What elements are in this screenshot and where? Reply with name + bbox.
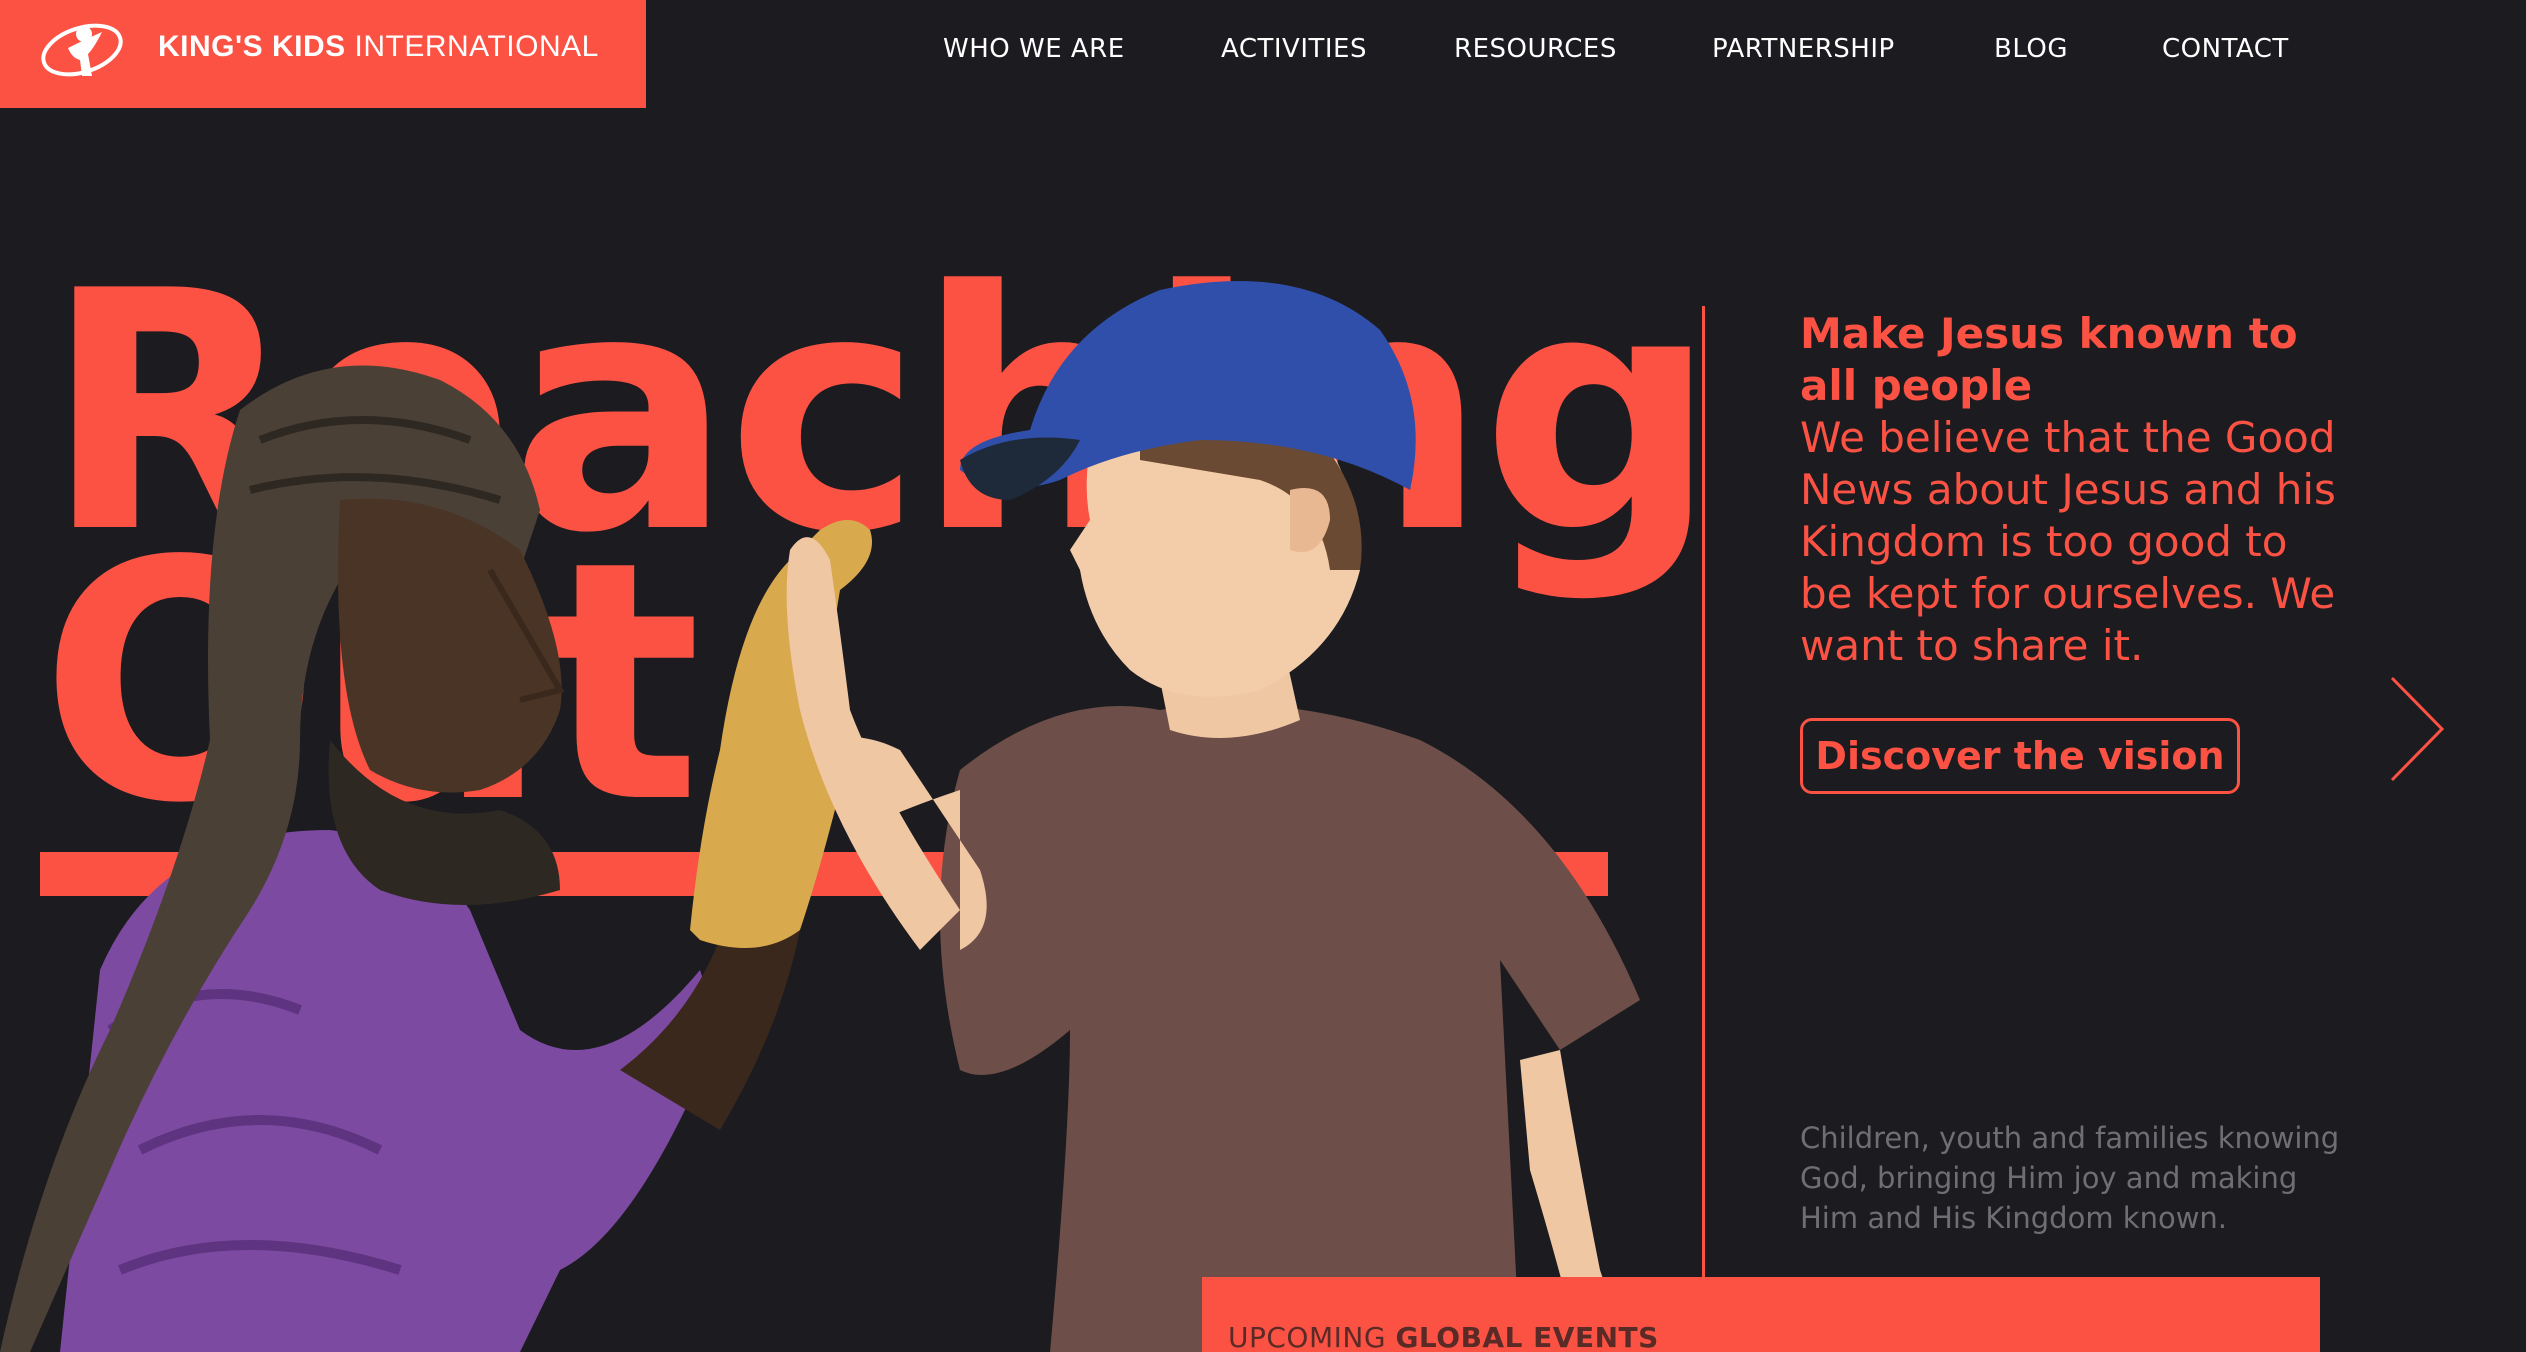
discover-vision-button[interactable]: Discover the vision bbox=[1800, 718, 2240, 794]
brand-name-bold: KING'S KIDS bbox=[158, 30, 346, 63]
chevron-right-icon[interactable] bbox=[2388, 674, 2448, 784]
nav-item-partnership[interactable]: PARTNERSHIP bbox=[1712, 34, 1895, 64]
content-divider bbox=[1702, 306, 1705, 1278]
events-label-regular: UPCOMING bbox=[1228, 1321, 1387, 1352]
hero-photo bbox=[0, 281, 1640, 1352]
mission-body: We believe that the Good News about Jesu… bbox=[1800, 413, 2336, 670]
kings-kids-logo-icon bbox=[41, 23, 123, 77]
nav-item-activities[interactable]: ACTIVITIES bbox=[1221, 34, 1367, 64]
nav-item-who-we-are[interactable]: WHO WE ARE bbox=[943, 34, 1125, 64]
events-label-bold: GLOBAL EVENTS bbox=[1395, 1321, 1659, 1352]
mission-heading: Make Jesus known to all people bbox=[1800, 309, 2298, 410]
upcoming-events-bar[interactable]: UPCOMING GLOBAL EVENTS bbox=[1202, 1277, 2320, 1352]
brand-name-regular: INTERNATIONAL bbox=[354, 30, 599, 63]
man-robe bbox=[60, 830, 720, 1352]
nav-item-resources[interactable]: RESOURCES bbox=[1454, 34, 1617, 64]
mission-block: Make Jesus known to all people We believ… bbox=[1800, 308, 2340, 672]
boy-shirt bbox=[940, 704, 1640, 1352]
upcoming-events-label: UPCOMING GLOBAL EVENTS bbox=[1228, 1321, 1659, 1352]
brand-name: KING'S KIDS INTERNATIONAL bbox=[158, 30, 599, 64]
nav-item-contact[interactable]: CONTACT bbox=[2162, 34, 2289, 64]
logo-link[interactable]: KING'S KIDS INTERNATIONAL bbox=[0, 0, 646, 108]
tagline: Children, youth and families knowing God… bbox=[1800, 1121, 2340, 1235]
nav-item-blog[interactable]: BLOG bbox=[1994, 34, 2068, 64]
